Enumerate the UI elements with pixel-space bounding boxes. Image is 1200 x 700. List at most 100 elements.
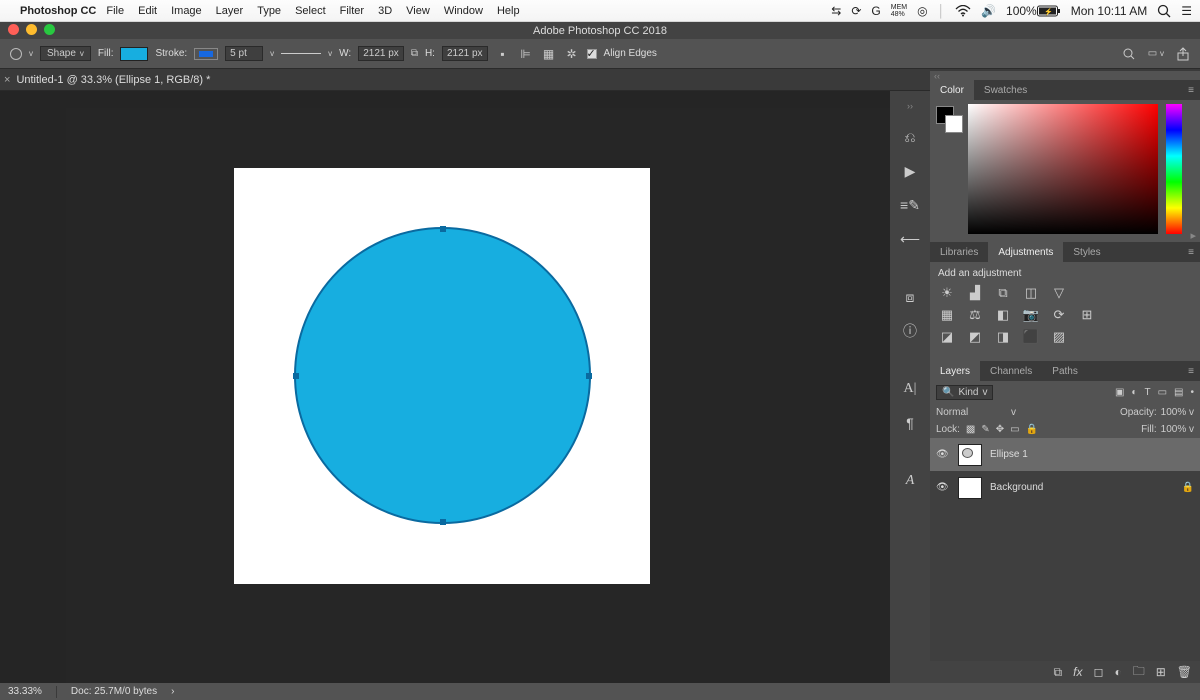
adj-photo-filter-icon[interactable]: 📷	[1022, 307, 1040, 323]
color-panel-menu-icon[interactable]: ≡	[1182, 85, 1200, 96]
layer-thumbnail[interactable]	[958, 477, 982, 499]
stroke-width-dropdown[interactable]: v	[270, 49, 274, 58]
height-field[interactable]: 2121 px	[442, 46, 488, 61]
actions-panel-icon[interactable]: ▶	[899, 161, 921, 181]
filter-shape-icon[interactable]: ▭	[1158, 387, 1167, 398]
history-panel-icon[interactable]: ⎌	[899, 127, 921, 147]
path-arrangement-icon[interactable]: ▦	[541, 47, 557, 61]
layer-name[interactable]: Ellipse 1	[990, 449, 1028, 460]
adj-invert-icon[interactable]: ◪	[938, 329, 956, 345]
blend-mode-dropdown[interactable]: Normal v	[936, 407, 1016, 418]
character-panel-icon[interactable]: A|	[899, 379, 921, 399]
filter-adjust-icon[interactable]: ◐	[1131, 387, 1137, 398]
wifi-icon[interactable]	[955, 5, 971, 17]
stroke-swatch[interactable]	[194, 48, 218, 60]
lock-artboard-icon[interactable]: ▭	[1010, 424, 1019, 435]
adj-threshold-icon[interactable]: ◨	[994, 329, 1012, 345]
tab-layers[interactable]: Layers	[930, 361, 980, 381]
adj-color-lookup-icon[interactable]: ⊞	[1078, 307, 1096, 323]
menu-layer[interactable]: Layer	[216, 5, 244, 17]
filter-pixel-icon[interactable]: ▣	[1115, 387, 1124, 398]
lock-move-icon[interactable]: ✥	[996, 424, 1004, 435]
window-minimize-button[interactable]	[26, 24, 37, 35]
color-panel-swatches[interactable]	[936, 106, 964, 134]
tool-preset-icon[interactable]	[10, 48, 22, 60]
adj-exposure-icon[interactable]: ◫	[1022, 285, 1040, 301]
status-gpu-icon[interactable]: G	[871, 4, 880, 18]
opacity-field[interactable]: 100% v	[1161, 407, 1194, 418]
artboard[interactable]	[234, 168, 650, 584]
adj-vibrance-icon[interactable]: ▽	[1050, 285, 1068, 301]
hue-slider[interactable]	[1166, 104, 1182, 234]
adj-levels-icon[interactable]: ▟	[966, 285, 984, 301]
shape-mode-dropdown[interactable]: Shapev	[40, 46, 91, 61]
layer-row[interactable]: 👁 Background 🔒	[930, 471, 1200, 504]
adj-channel-mixer-icon[interactable]: ⟳	[1050, 307, 1068, 323]
tab-paths[interactable]: Paths	[1042, 361, 1088, 381]
layer-fill-field[interactable]: 100% v	[1161, 424, 1194, 435]
path-alignment-icon[interactable]: ⊫	[518, 47, 534, 61]
volume-icon[interactable]: 🔊	[981, 4, 996, 18]
brush-settings-icon[interactable]: ⟵	[899, 229, 921, 249]
tab-styles[interactable]: Styles	[1063, 242, 1110, 262]
tool-preset-dropdown[interactable]: v	[29, 49, 33, 58]
layer-lock-icon[interactable]: 🔒	[1182, 482, 1194, 493]
gear-icon[interactable]: ✲	[564, 47, 580, 61]
document-tab[interactable]: Untitled-1 @ 33.3% (Ellipse 1, RGB/8) *	[16, 74, 210, 86]
panels-collapse-caret[interactable]: ‹‹	[930, 71, 1200, 80]
new-layer-icon[interactable]: ⊞	[1156, 665, 1166, 679]
transform-handle-s[interactable]	[440, 519, 446, 525]
link-layers-icon[interactable]: ⧉	[1054, 665, 1063, 680]
stroke-style-preview[interactable]	[281, 53, 321, 54]
menu-edit[interactable]: Edit	[138, 5, 157, 17]
width-field[interactable]: 2121 px	[358, 46, 404, 61]
dock-expand-caret[interactable]: ››	[907, 101, 913, 111]
window-zoom-button[interactable]	[44, 24, 55, 35]
lock-all-icon[interactable]: 🔒	[1026, 424, 1038, 435]
layer-list[interactable]: 👁 Ellipse 1 👁 Background 🔒	[930, 438, 1200, 661]
tab-adjustments[interactable]: Adjustments	[988, 242, 1063, 262]
menu-type[interactable]: Type	[257, 5, 281, 17]
tab-swatches[interactable]: Swatches	[974, 80, 1037, 100]
adj-posterize-icon[interactable]: ◩	[966, 329, 984, 345]
properties-panel-icon[interactable]: ≡✎	[899, 195, 921, 215]
transform-handle-e[interactable]	[586, 373, 592, 379]
lock-position-icon[interactable]: ✎	[981, 424, 989, 435]
shape-ellipse-1[interactable]	[294, 227, 591, 524]
status-more-icon[interactable]: ›	[171, 686, 174, 697]
clock[interactable]: Mon 10:11 AM	[1071, 4, 1148, 18]
align-edges-checkbox[interactable]	[587, 49, 597, 59]
path-operations-icon[interactable]: ▪	[495, 47, 511, 61]
filter-toggle[interactable]: •	[1190, 387, 1194, 398]
status-autosave-icon[interactable]: ⇆	[831, 4, 841, 18]
adj-bw-icon[interactable]: ◧	[994, 307, 1012, 323]
paragraph-panel-icon[interactable]: ¶	[899, 413, 921, 433]
transform-handle-n[interactable]	[440, 226, 446, 232]
adj-hue-icon[interactable]: ▦	[938, 307, 956, 323]
info-panel-icon[interactable]: ⓘ	[899, 321, 921, 341]
transform-handle-w[interactable]	[293, 373, 299, 379]
menu-3d[interactable]: 3D	[378, 5, 392, 17]
adj-gradient-map-icon[interactable]: ⬛	[1022, 329, 1040, 345]
menu-image[interactable]: Image	[171, 5, 202, 17]
status-cloud-icon[interactable]: ◎	[917, 4, 927, 18]
menu-select[interactable]: Select	[295, 5, 326, 17]
stroke-width-field[interactable]: 5 pt	[225, 46, 263, 61]
canvas-area[interactable]	[66, 108, 890, 683]
zoom-level[interactable]: 33.33%	[8, 686, 42, 697]
status-sync-icon[interactable]: ⟳	[851, 4, 861, 18]
new-group-icon[interactable]: 🗀	[1133, 662, 1145, 683]
layer-filter-kind[interactable]: 🔍 Kind v	[936, 385, 993, 400]
menu-window[interactable]: Window	[444, 5, 483, 17]
filter-smart-icon[interactable]: ▤	[1174, 387, 1183, 398]
adj-curves-icon[interactable]: ⧉	[994, 285, 1012, 301]
layer-row[interactable]: 👁 Ellipse 1	[930, 438, 1200, 471]
menu-view[interactable]: View	[406, 5, 430, 17]
delete-layer-icon[interactable]: 🗑	[1177, 665, 1192, 679]
tab-close-button[interactable]: ×	[4, 74, 10, 86]
clone-source-icon[interactable]: ⧈	[899, 287, 921, 307]
adj-brightness-icon[interactable]: ☀	[938, 285, 956, 301]
link-wh-icon[interactable]: ⧉	[411, 48, 418, 59]
stroke-style-dropdown[interactable]: v	[328, 49, 332, 58]
color-panel-bg[interactable]	[945, 115, 963, 133]
